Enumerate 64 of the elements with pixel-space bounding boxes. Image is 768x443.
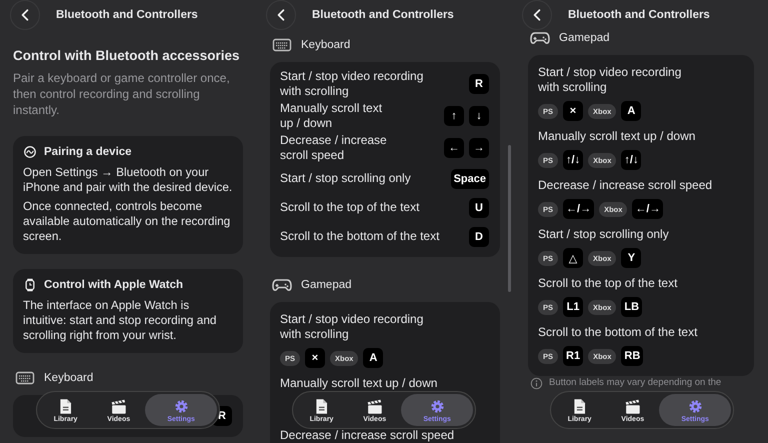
key-cap: ←/→ bbox=[563, 199, 594, 219]
shortcut-label: Decrease / increase scroll speed bbox=[280, 428, 456, 443]
card-title: Pairing a device bbox=[44, 146, 132, 158]
shortcut-label: Scroll to the bottom of the text bbox=[280, 229, 440, 244]
section-title: Control with Bluetooth accessories bbox=[13, 48, 241, 63]
key-cap: × bbox=[305, 348, 326, 368]
key-cap: ←/→ bbox=[632, 199, 664, 219]
section-heading: Keyboard bbox=[44, 372, 94, 384]
key-cap: × bbox=[563, 101, 584, 121]
back-button[interactable] bbox=[10, 0, 40, 30]
key-cap: U bbox=[469, 198, 489, 218]
shortcut-label: Manually scroll text up / down bbox=[280, 101, 382, 131]
key-cap: D bbox=[469, 226, 489, 246]
key-cap: ↑/↓ bbox=[621, 150, 642, 170]
key-cap: Space bbox=[450, 168, 489, 188]
shortcut-label: Start / stop video recording with scrolling bbox=[280, 312, 424, 342]
shortcut-label: Decrease / increase scroll speed bbox=[280, 133, 387, 163]
shortcut-label: Start / stop video recording with scrolling bbox=[538, 65, 682, 95]
key-cap: ↑ bbox=[444, 106, 464, 126]
clapperboard-icon bbox=[624, 398, 642, 414]
shortcut-label: Start / stop video recording with scrolling bbox=[280, 69, 424, 99]
note-text: Button labels may vary depending on the bbox=[549, 377, 722, 389]
watch-icon bbox=[23, 278, 37, 292]
shortcut-label: Start / stop scrolling only bbox=[280, 171, 411, 186]
key-cap: A bbox=[363, 348, 384, 368]
key-cap: ↓ bbox=[469, 106, 489, 126]
shortcut-label: Scroll to the top of the text bbox=[538, 276, 678, 291]
key-cap: L1 bbox=[563, 297, 584, 317]
shortcut-label: Start / stop scrolling only bbox=[538, 227, 670, 242]
shortcut-label: Manually scroll text up / down bbox=[538, 129, 696, 144]
shortcut-label: Scroll to the bottom of the text bbox=[538, 325, 698, 340]
key-cap: ← bbox=[444, 138, 464, 158]
card-text: Open Settings → Bluetooth on your iPhone and pair with the desired device. bbox=[23, 165, 233, 195]
key-cap: R1 bbox=[563, 346, 584, 366]
settings-icon bbox=[686, 398, 704, 414]
info-icon bbox=[530, 377, 543, 390]
screen-title: Bluetooth and Controllers bbox=[312, 9, 454, 21]
back-button[interactable] bbox=[266, 0, 296, 30]
key-cap: Y bbox=[621, 248, 642, 268]
key-cap: △ bbox=[563, 248, 584, 268]
shortcut-label: Manually scroll text up / down bbox=[280, 376, 438, 391]
pairing-icon bbox=[23, 145, 37, 159]
screen-title: Bluetooth and Controllers bbox=[56, 9, 198, 21]
description-text: Pair a keyboard or game controller once, then control recording and scrolling instantly. bbox=[13, 70, 231, 118]
screen-title: Bluetooth and Controllers bbox=[568, 9, 710, 21]
shortcut-label: Decrease / increase scroll speed bbox=[538, 178, 714, 193]
section-heading: Gamepad bbox=[559, 32, 610, 44]
back-button[interactable] bbox=[522, 0, 552, 30]
key-cap: ↑/↓ bbox=[563, 150, 584, 170]
section-heading: Gamepad bbox=[301, 279, 352, 291]
settings-icon bbox=[428, 398, 446, 414]
key-cap: A bbox=[621, 101, 642, 121]
shortcut-label: Scroll to the top of the text bbox=[280, 200, 420, 215]
clapperboard-icon bbox=[110, 398, 128, 414]
key-cap: → bbox=[469, 138, 489, 158]
card-title: Control with Apple Watch bbox=[44, 279, 184, 291]
clapperboard-icon bbox=[366, 398, 384, 414]
card-text: The interface on Apple Watch is intuitive: start and stop recording and scrolling right from your wrist. bbox=[23, 298, 218, 343]
key-cap: RB bbox=[621, 346, 644, 366]
key-cap: LB bbox=[621, 297, 642, 317]
section-heading: Keyboard bbox=[301, 39, 350, 51]
key-cap: R bbox=[469, 74, 489, 94]
card-text: Once connected, controls become available automatically on the recording screen. bbox=[23, 199, 232, 244]
settings-icon bbox=[172, 398, 190, 414]
